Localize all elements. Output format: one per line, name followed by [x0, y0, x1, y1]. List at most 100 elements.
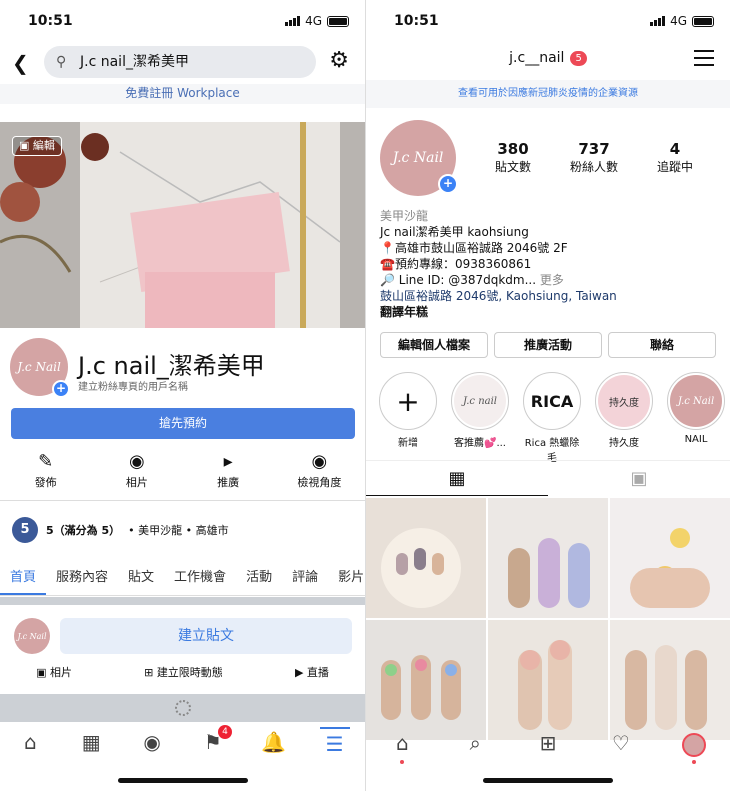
- followers-count[interactable]: 737 粉絲人數: [559, 140, 629, 175]
- bio-line: 🔎 Line ID: @387dqkdm...: [380, 273, 537, 287]
- profile-tabs: ▦ ▣: [366, 460, 730, 496]
- search-icon: ⚲: [56, 54, 67, 70]
- megaphone-icon: ▸: [223, 451, 233, 472]
- publish-button[interactable]: ✎ 發佈: [6, 452, 86, 492]
- post-thumbnail[interactable]: [488, 498, 608, 618]
- groups-icon[interactable]: ◉: [137, 727, 167, 757]
- post-thumbnail[interactable]: [610, 620, 730, 740]
- bio-line: 📍高雄市鼓山區裕誠路 2046號 2F: [380, 241, 568, 255]
- signal-icon: [650, 16, 666, 26]
- profile-stats: 380 貼文數 737 粉絲人數 4 追蹤中: [478, 140, 710, 175]
- add-post-icon[interactable]: ⊞: [533, 728, 563, 758]
- contact-button[interactable]: 聯絡: [608, 332, 716, 358]
- page-tabs: 首頁 服務內容 貼文 工作機會 活動 評論 影片: [0, 560, 365, 596]
- bell-icon[interactable]: 🔔: [259, 727, 289, 757]
- following-count[interactable]: 4 追蹤中: [640, 140, 710, 175]
- section-gap: [0, 597, 365, 605]
- home-indicator: [483, 778, 613, 783]
- activity-dot: [691, 760, 696, 764]
- create-post-button[interactable]: 建立貼文: [60, 618, 352, 654]
- tagged-icon[interactable]: ▣: [548, 461, 730, 496]
- workplace-banner[interactable]: 免費註冊 Workplace: [0, 84, 365, 104]
- status-bar: 10:51 4G: [366, 0, 730, 44]
- profile-icon[interactable]: [679, 728, 709, 764]
- battery-icon: [692, 15, 714, 27]
- tab-services[interactable]: 服務內容: [46, 560, 118, 595]
- home-icon[interactable]: ⌂: [15, 727, 45, 757]
- promote-button[interactable]: ▸ 推廣: [188, 452, 268, 492]
- menu-icon[interactable]: ☰: [319, 727, 350, 757]
- menu-icon[interactable]: [694, 50, 714, 66]
- back-arrow-icon[interactable]: ❮: [12, 52, 34, 74]
- profile-buttons: 編輯個人檔案 推廣活動 聯絡: [380, 332, 716, 358]
- bio-line: Jc nail潔希美甲 kaohsiung: [380, 225, 529, 239]
- search-icon[interactable]: ⌕: [460, 728, 490, 758]
- bio-line: ☎️預約專線：0938360861: [380, 257, 532, 271]
- photo-icon: ▣: [36, 666, 47, 679]
- promotions-button[interactable]: 推廣活動: [494, 332, 602, 358]
- instagram-app-screen: 10:51 4G j.c__nail 5 查看可用於因應新冠肺炎疫情的企業資源 …: [365, 0, 730, 791]
- edit-cover-button[interactable]: ▣ 編輯: [12, 136, 62, 156]
- shop-icon[interactable]: ▦: [76, 727, 106, 757]
- status-time: 10:51: [394, 13, 439, 29]
- live-option[interactable]: ▶ 直播: [295, 664, 329, 684]
- story-option[interactable]: ⊞ 建立限時動態: [144, 664, 223, 684]
- posts-count[interactable]: 380 貼文數: [478, 140, 548, 175]
- view-as-button[interactable]: ◉ 檢視角度: [279, 452, 359, 492]
- post-thumbnail[interactable]: [366, 620, 486, 740]
- more-link[interactable]: 更多: [540, 273, 564, 287]
- post-thumbnail[interactable]: [610, 498, 730, 618]
- fb-search-bar: ❮ ⚲ J.c nail_潔希美甲 ⚙: [0, 44, 365, 82]
- profile-bio: 美甲沙龍 Jc nail潔希美甲 kaohsiung 📍高雄市鼓山區裕誠路 20…: [380, 208, 720, 320]
- create-post-panel: J.c Nail 建立貼文 ▣ 相片 ⊞ 建立限時動態 ▶ 直播: [0, 612, 365, 692]
- search-input[interactable]: ⚲ J.c nail_潔希美甲: [44, 46, 316, 78]
- post-thumbnail[interactable]: [488, 620, 608, 740]
- signal-icon: [285, 16, 301, 26]
- cover-photo[interactable]: ▣ 編輯: [0, 122, 365, 328]
- highlight-item[interactable]: 持久度 持久度: [592, 372, 656, 464]
- page-subtitle[interactable]: 建立粉絲專頁的用戶名稱: [78, 378, 188, 393]
- loading-area: [0, 694, 365, 722]
- tab-jobs[interactable]: 工作機會: [164, 560, 236, 595]
- home-indicator: [117, 778, 248, 783]
- plus-icon: +: [379, 372, 437, 430]
- highlight-item[interactable]: J.c nail 客推薦💕...: [448, 372, 512, 464]
- tab-videos[interactable]: 影片: [328, 560, 365, 595]
- photos-button[interactable]: ◉ 相片: [97, 452, 177, 492]
- fb-bottom-nav: ⌂ ▦ ◉ ⚑ 4 🔔 ☰: [0, 722, 365, 762]
- edit-icon: ✎: [38, 451, 54, 472]
- highlight-new[interactable]: + 新增: [376, 372, 440, 464]
- highlight-item[interactable]: J.c Nail NAIL: [664, 372, 728, 464]
- status-time: 10:51: [28, 13, 73, 29]
- address-link[interactable]: 鼓山區裕誠路 2046號, Kaohsiung, Taiwan: [380, 288, 720, 304]
- camera-icon: ▣: [19, 139, 30, 152]
- home-icon[interactable]: ⌂: [387, 728, 417, 764]
- highlight-item[interactable]: RICA Rica 熱蠟除毛: [520, 372, 584, 464]
- loading-spinner-icon: [174, 700, 191, 716]
- edit-profile-button[interactable]: 編輯個人檔案: [380, 332, 488, 358]
- post-thumbnail[interactable]: [366, 498, 486, 618]
- gear-icon[interactable]: ⚙: [329, 50, 349, 72]
- tab-posts[interactable]: 貼文: [118, 560, 164, 595]
- username-switcher[interactable]: j.c__nail 5: [509, 44, 587, 72]
- notification-badge: 5: [570, 50, 587, 66]
- flag-icon[interactable]: ⚑ 4: [198, 725, 232, 757]
- photo-option[interactable]: ▣ 相片: [36, 664, 72, 684]
- grid-icon[interactable]: ▦: [366, 461, 548, 496]
- ig-bottom-nav: ⌂ ⌕ ⊞ ♡: [366, 726, 730, 764]
- add-photo-icon[interactable]: +: [52, 380, 70, 398]
- avatar: J.c Nail: [14, 618, 50, 654]
- eye-icon: ◉: [311, 451, 328, 472]
- rating-row[interactable]: 5 5（滿分為 5） • 美甲沙龍 • 高雄市: [12, 517, 229, 543]
- book-now-button[interactable]: 搶先預約: [11, 408, 355, 439]
- tab-events[interactable]: 活動: [236, 560, 282, 595]
- heart-icon[interactable]: ♡: [606, 728, 636, 758]
- tab-reviews[interactable]: 評論: [282, 560, 328, 595]
- tab-home[interactable]: 首頁: [0, 560, 47, 595]
- covid-resources-banner[interactable]: 查看可用於因應新冠肺炎疫情的企業資源: [366, 80, 730, 108]
- activity-dot: [400, 760, 405, 764]
- ig-header: j.c__nail 5: [366, 44, 730, 78]
- add-story-icon[interactable]: +: [438, 174, 458, 194]
- search-query: J.c nail_潔希美甲: [80, 54, 189, 70]
- translate-link[interactable]: 翻譯年糕: [380, 304, 720, 320]
